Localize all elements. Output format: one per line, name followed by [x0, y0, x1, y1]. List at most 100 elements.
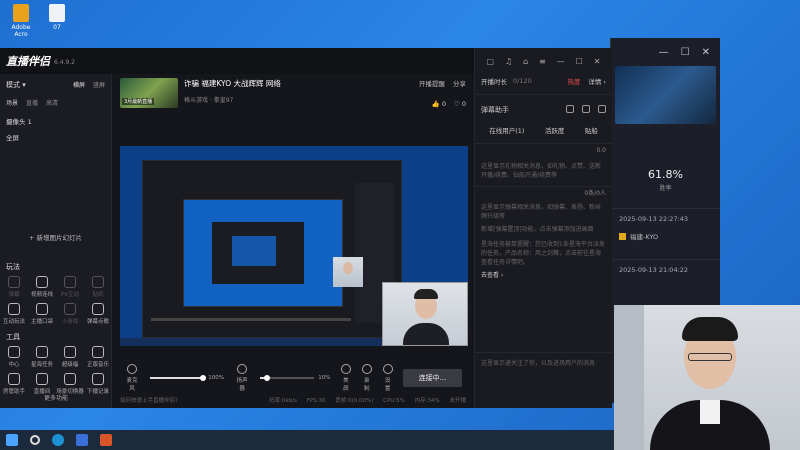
close-icon[interactable]: ✕	[594, 57, 601, 66]
window-toolbar: ▢ ♫ ⌂ ≡ — ☐ ✕	[475, 48, 612, 74]
tool-history[interactable]: 下播记录	[84, 373, 112, 395]
sticker-icon	[92, 276, 104, 288]
live-preview[interactable]	[120, 146, 468, 346]
settings-button[interactable]: 设置	[382, 364, 393, 392]
hot-value: 热度	[567, 78, 581, 86]
person-collar	[700, 400, 720, 424]
history-icon	[92, 373, 104, 385]
add-source-button[interactable]: + 新增图片幻灯片	[0, 232, 111, 242]
tool-room[interactable]: 直播间	[28, 373, 56, 395]
tab-live[interactable]: 直播	[26, 98, 38, 107]
pk-icon	[64, 276, 76, 288]
message-icon[interactable]: ▢	[486, 57, 494, 66]
play-pocket[interactable]: 主播口袋	[28, 303, 56, 325]
live-timer-row: 开播时长 0/120 热度 详情 ›	[475, 74, 612, 88]
landscape-option[interactable]: 横屏	[73, 82, 85, 89]
record-button[interactable]: 录制	[361, 364, 372, 392]
view-task-link[interactable]: 去查看 ›	[481, 271, 606, 280]
tab-boat[interactable]: 贴船	[585, 125, 598, 135]
speaker-icon	[237, 364, 248, 374]
speaker-volume: 10%	[318, 375, 331, 381]
minimize-icon[interactable]: —	[557, 57, 565, 66]
mic-button[interactable]: 麦克风	[124, 364, 140, 392]
center-panel: 3月最新直播 诈骗 福建KYO 大战辉辉 网络 格斗游戏 · 拳皇97 开播提醒…	[112, 74, 474, 408]
speaker-button[interactable]: 扬声器	[234, 364, 250, 392]
status-bar: 如何快速上手直播伴侣? 码率:0kb/s FPS:30 丢帧:0(0.00%) …	[112, 396, 474, 408]
tools-grid: 中心 星海任务 超级福 正版音乐 房管助手 直播间 场景切换器 下播记录	[0, 346, 112, 395]
assistant-header: 弹幕助手	[475, 94, 612, 117]
more-features-button[interactable]: 更多功能	[0, 393, 112, 402]
tool-starsea[interactable]: 星海任务	[28, 346, 56, 368]
cpu-usage: CPU:5%	[383, 398, 405, 404]
close-icon[interactable]: ✕	[702, 47, 710, 58]
open-reminder-button[interactable]: 开播提醒	[419, 80, 445, 88]
maximize-icon[interactable]: ☐	[576, 57, 583, 66]
copy-icon[interactable]	[565, 105, 574, 113]
tool-room-admin[interactable]: 房管助手	[0, 373, 28, 395]
search-icon[interactable]	[30, 435, 40, 445]
tool-label: 星海任务	[30, 362, 53, 368]
maximize-icon[interactable]: ☐	[681, 47, 690, 58]
play-danmu[interactable]: 弹幕	[0, 276, 28, 298]
tool-super-fortune[interactable]: 超级福	[56, 346, 84, 368]
tool-scene-switcher[interactable]: 场景切换器	[56, 373, 84, 395]
play-sticker[interactable]: 贴纸	[84, 276, 112, 298]
mic-knob[interactable]	[200, 375, 207, 381]
windows-start-icon[interactable]	[6, 434, 18, 446]
start-live-button[interactable]: 连接中...	[403, 369, 463, 387]
shirt-icon[interactable]: ⌂	[523, 57, 528, 66]
play-interactive[interactable]: 互动玩法	[0, 303, 28, 325]
speaker-label: 扬声器	[236, 378, 248, 392]
play-minigame[interactable]: 小游戏	[56, 303, 84, 325]
speaker-knob[interactable]	[264, 375, 271, 381]
play-song-request[interactable]: 弹幕点歌	[84, 303, 112, 325]
source-item-camera[interactable]: 摄像头 1	[0, 113, 111, 129]
speaker-volume-slider[interactable]: 10%	[260, 375, 330, 381]
minimize-icon[interactable]: —	[659, 47, 669, 58]
tab-activity[interactable]: 活跃度	[545, 125, 565, 135]
fps: FPS:30	[306, 398, 326, 404]
bg-window-controls: — ☐ ✕	[611, 38, 720, 66]
details-link[interactable]: 详情 ›	[588, 76, 606, 86]
source-item-fullscreen[interactable]: 全屏	[0, 129, 111, 145]
gear-icon	[382, 364, 393, 374]
switch-icon	[64, 373, 76, 385]
play-label: 贴纸	[92, 292, 104, 298]
pin-danmu-notice[interactable]: 新增[弹幕置顶]功能，点击弹幕添加进画面	[481, 225, 606, 234]
app-version: 6.4.9.2	[54, 59, 75, 66]
play-video-link[interactable]: 视频连线	[28, 276, 56, 298]
desktop-icon-file[interactable]: 07	[42, 4, 72, 31]
tool-music[interactable]: 正版音乐	[84, 346, 112, 368]
room-category[interactable]: 格斗游戏 · 拳皇97	[184, 95, 419, 104]
live-companion-taskbar-icon[interactable]	[100, 434, 112, 446]
portrait-option[interactable]: 竖屏	[93, 82, 105, 89]
beauty-button[interactable]: 美颜	[340, 364, 351, 392]
edge-browser-icon[interactable]	[52, 434, 64, 446]
app-icon[interactable]	[76, 434, 88, 446]
tool-center[interactable]: 中心	[0, 346, 28, 368]
tab-hd[interactable]: 高清	[46, 98, 58, 107]
mic-icon	[127, 364, 138, 374]
share-button[interactable]: 分享	[453, 80, 466, 88]
play-pk[interactable]: PK互动	[56, 276, 84, 298]
popout-icon[interactable]	[598, 105, 606, 113]
document-icon	[49, 4, 65, 22]
help-link[interactable]: 如何快速上手直播伴侣?	[120, 396, 261, 408]
person-body	[403, 323, 449, 345]
assistant-actions	[565, 105, 606, 115]
room-cover[interactable]: 3月最新直播	[120, 78, 178, 108]
mic-fill	[150, 377, 205, 379]
bitrate: 码率:0kb/s	[269, 398, 297, 404]
headset-icon[interactable]: ♫	[505, 57, 512, 66]
desktop-icon-acrobat[interactable]: Adobe Acro	[6, 4, 36, 38]
tab-online-users[interactable]: 在线用户(1)	[489, 125, 524, 135]
settings-icon[interactable]	[581, 105, 590, 113]
settings-label: 设置	[384, 378, 391, 392]
tool-label: 超级福	[61, 362, 79, 368]
room-title[interactable]: 诈骗 福建KYO 大战辉辉 网络	[184, 78, 419, 89]
mode-selector[interactable]: 模式 ▾	[6, 80, 26, 90]
mic-volume-slider[interactable]: 100%	[150, 375, 224, 381]
tab-scene[interactable]: 场景	[6, 98, 18, 107]
gift-message-area: 0.0 这里显示礼物相关消息，如礼物、点赞、送新开播/续费、钻船开通/续费等	[475, 144, 612, 186]
menu-icon[interactable]: ≡	[539, 57, 546, 66]
